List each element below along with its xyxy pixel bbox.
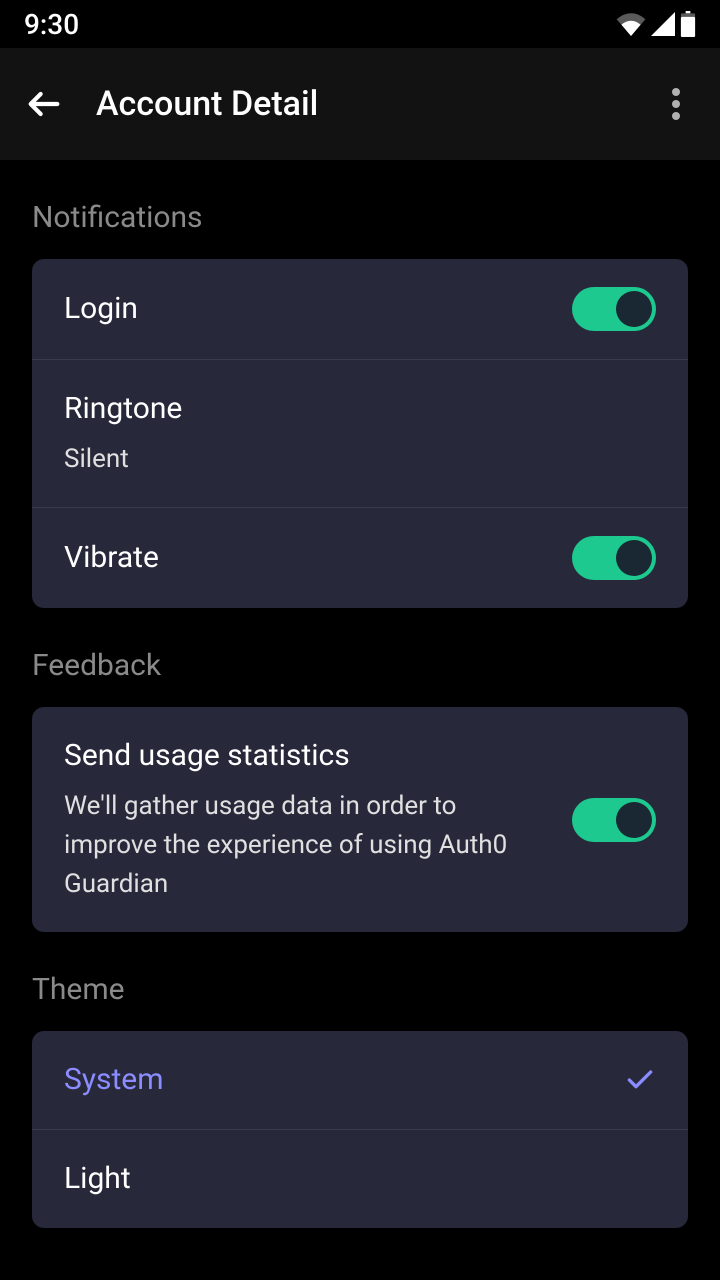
back-button[interactable] (16, 76, 72, 132)
status-icons (616, 11, 696, 37)
item-text: Light (64, 1158, 656, 1200)
login-toggle[interactable] (572, 287, 656, 331)
item-text: Vibrate (64, 537, 572, 579)
signal-icon (650, 12, 676, 36)
check-icon (624, 1064, 656, 1096)
toggle-thumb (616, 802, 652, 838)
battery-icon (680, 11, 696, 37)
item-text: System (64, 1059, 624, 1101)
usage-stats-row[interactable]: Send usage statistics We'll gather usage… (32, 707, 688, 932)
content: Notifications Login Ringtone Silent Vibr… (0, 160, 720, 1228)
ringtone-row[interactable]: Ringtone Silent (32, 360, 688, 508)
status-time: 9:30 (24, 8, 79, 41)
item-text: Login (64, 288, 572, 330)
theme-system-row[interactable]: System (32, 1031, 688, 1130)
theme-system-title: System (64, 1059, 624, 1101)
usage-stats-subtitle: We'll gather usage data in order to impr… (64, 787, 552, 904)
app-bar: Account Detail (0, 48, 720, 160)
feedback-card: Send usage statistics We'll gather usage… (32, 707, 688, 932)
usage-stats-toggle[interactable] (572, 798, 656, 842)
status-bar: 9:30 (0, 0, 720, 48)
login-title: Login (64, 288, 572, 330)
usage-stats-title: Send usage statistics (64, 735, 552, 777)
notifications-card: Login Ringtone Silent Vibrate (32, 259, 688, 608)
theme-card: System Light (32, 1031, 688, 1228)
page-title: Account Detail (96, 84, 648, 124)
more-menu-button[interactable] (648, 76, 704, 132)
vibrate-row[interactable]: Vibrate (32, 508, 688, 608)
vibrate-toggle[interactable] (572, 536, 656, 580)
notifications-header: Notifications (32, 160, 688, 259)
theme-header: Theme (32, 932, 688, 1031)
ringtone-title: Ringtone (64, 388, 656, 430)
feedback-header: Feedback (32, 608, 688, 707)
wifi-icon (616, 12, 646, 36)
arrow-left-icon (24, 84, 64, 124)
item-text: Ringtone Silent (64, 388, 656, 479)
theme-light-title: Light (64, 1158, 656, 1200)
vibrate-title: Vibrate (64, 537, 572, 579)
item-text: Send usage statistics We'll gather usage… (64, 735, 572, 904)
login-row[interactable]: Login (32, 259, 688, 360)
toggle-thumb (616, 291, 652, 327)
toggle-thumb (616, 540, 652, 576)
ringtone-subtitle: Silent (64, 440, 656, 479)
more-vertical-icon (672, 88, 680, 120)
theme-light-row[interactable]: Light (32, 1130, 688, 1228)
